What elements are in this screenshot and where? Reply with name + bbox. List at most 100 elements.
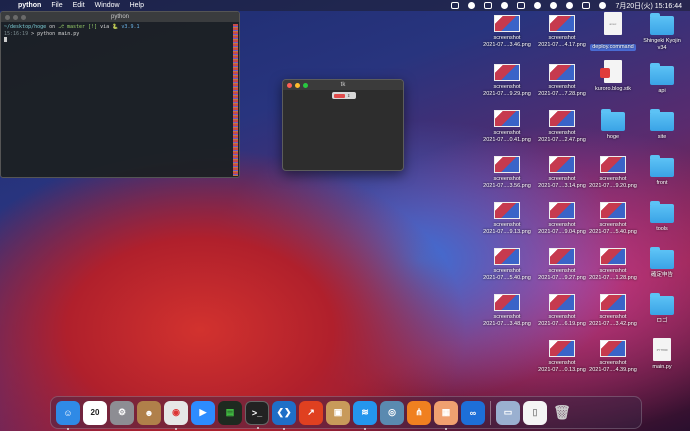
archive-utility-icon[interactable]: ▣	[326, 400, 350, 425]
prompt-time: 15:16:19	[4, 30, 29, 37]
sourcetree-icon[interactable]: ⋔	[407, 400, 431, 425]
desktop-screenshot[interactable]: screenshot 2021-07....9.29.png	[479, 64, 535, 97]
desktop-screenshot[interactable]: screenshot 2021-07....3.42.png	[585, 294, 641, 327]
tk-option-value	[334, 93, 345, 98]
desktop-main-py[interactable]: PYTHON main.py	[634, 338, 690, 371]
desktop-screenshot[interactable]: screenshot 2021-07....9.04.png	[534, 202, 590, 235]
desktop-folder-logo[interactable]: ロゴ	[634, 293, 690, 325]
desktop-kuroro-stk[interactable]: kuroro.blog.stk	[585, 60, 641, 93]
bluetooth-icon[interactable]	[534, 2, 542, 9]
folder-icon	[650, 63, 674, 85]
desktop-screenshot[interactable]: screenshot 2021-07....1.28.png	[585, 248, 641, 281]
menu-window[interactable]: Window	[95, 2, 120, 9]
status-dot-icon[interactable]	[468, 2, 476, 9]
desktop-screenshot[interactable]: screenshot 2021-07....2.47.png	[534, 110, 590, 143]
desktop-screenshot[interactable]: screenshot 2021-07....0.41.png	[479, 110, 535, 143]
image-thumbnail-icon	[549, 156, 575, 173]
prompt-on: on	[49, 24, 56, 30]
finder-icon[interactable]: ☺	[56, 400, 80, 430]
desktop-screenshot[interactable]: screenshot 2021-07....3.56.png	[479, 156, 535, 189]
preview-icon[interactable]: ▭	[496, 400, 520, 425]
prompt-via: via	[100, 24, 110, 30]
desktop-screenshot[interactable]: screenshot 2021-07....4.39.png	[585, 340, 641, 373]
siri-icon[interactable]	[599, 2, 607, 9]
image-thumbnail-icon	[600, 340, 626, 357]
tk-option-menu[interactable]: ⇕	[332, 92, 356, 99]
image-thumbnail-icon	[600, 202, 626, 219]
activity-monitor-icon[interactable]: ▤	[218, 400, 242, 425]
desktop-screenshot[interactable]: screenshot 2021-07....3.48.png	[479, 294, 535, 327]
desktop-folder-hoge[interactable]: hoge	[585, 109, 641, 141]
desktop-folder-api[interactable]: api	[634, 63, 690, 95]
stickies-file-icon	[600, 60, 622, 83]
menu-app-name[interactable]: python	[18, 2, 41, 9]
search-icon[interactable]	[566, 2, 574, 9]
tk-titlebar[interactable]: tk	[283, 80, 403, 90]
search-app-icon[interactable]: ◎	[380, 400, 404, 425]
desktop-screenshot[interactable]: screenshot 2021-07....7.28.png	[534, 64, 590, 97]
folder-icon	[650, 13, 674, 35]
updown-arrow-icon: ⇕	[347, 93, 351, 98]
desktop-screenshot[interactable]: screenshot 2021-07....9.20.png	[585, 156, 641, 189]
branch-icon: ⎇	[58, 24, 64, 30]
prompt-version: v3.9.1	[121, 24, 140, 30]
trash-icon[interactable]: 🗑	[550, 401, 574, 425]
menu-edit[interactable]: Edit	[73, 2, 85, 9]
tk-title: tk	[340, 82, 346, 88]
desktop-screenshot[interactable]: screenshot 2021-07....6.19.png	[534, 294, 590, 327]
desktop-screenshot[interactable]: screenshot 2021-07....4.17.png	[534, 15, 590, 48]
folder-icon	[650, 109, 674, 131]
image-thumbnail-icon	[600, 248, 626, 265]
menu-clock[interactable]: 7月20日(火) 15:16:44	[615, 1, 682, 11]
desktop-folder-tools[interactable]: tools	[634, 201, 690, 233]
dock: ☺ 20 ⚙ ☻ ◉ ▶ ▤ >_ ❮❯ ↗ ▣ ≋ ◎ ⋔ ▦ ∞ ▭ ▯ 🗑	[50, 396, 642, 430]
desktop-screenshot[interactable]: screenshot 2021-07....9.13.png	[479, 202, 535, 235]
control-center-icon[interactable]	[582, 2, 591, 9]
stickies-app-icon[interactable]: ▦	[434, 400, 458, 430]
desktop-screenshot[interactable]: screenshot 2021-07....5.40.png	[585, 202, 641, 235]
menu-file[interactable]: File	[51, 2, 62, 9]
image-thumbnail-icon	[494, 110, 520, 127]
desktop-folder-front[interactable]: front	[634, 155, 690, 187]
app-status-icon[interactable]	[484, 2, 493, 9]
zoom-icon[interactable]: ▶	[191, 400, 215, 425]
terminal-titlebar[interactable]: python	[1, 12, 239, 22]
terminal-content[interactable]: ~/desktop/hoge on ⎇ master [!] via 🐍 v3.…	[1, 22, 239, 46]
desktop-folder-kakutei[interactable]: 確定申告	[634, 247, 690, 279]
contacts-icon[interactable]: ☻	[137, 400, 161, 425]
desktop-deploy-command[interactable]: exec deploy.command	[585, 12, 641, 53]
image-thumbnail-icon	[549, 202, 575, 219]
chart-app-icon[interactable]: ↗	[299, 400, 323, 425]
desktop-screenshot[interactable]: screenshot 2021-07....5.40.png	[479, 248, 535, 281]
image-thumbnail-icon	[549, 64, 575, 81]
desktop-screenshot[interactable]: screenshot 2021-07....0.13.png	[534, 340, 590, 373]
system-preferences-icon[interactable]: ⚙	[110, 400, 134, 425]
desktop-folder-shingeki[interactable]: Shingeki Kyojin v34	[634, 13, 690, 51]
infinity-app-icon[interactable]: ∞	[461, 400, 485, 425]
document-stack-icon[interactable]: ▯	[523, 400, 547, 425]
image-thumbnail-icon	[494, 156, 520, 173]
terminal-icon[interactable]: >_	[245, 400, 269, 429]
calendar-icon[interactable]: 20	[83, 400, 107, 425]
screen-icon[interactable]	[451, 2, 460, 9]
desktop-screenshot[interactable]: screenshot 2021-07....3.46.png	[479, 15, 535, 48]
prompt-command: > python main.py	[31, 30, 80, 37]
image-thumbnail-icon	[549, 248, 575, 265]
python-icon: 🐍	[112, 24, 119, 30]
docker-icon[interactable]: ≋	[353, 400, 377, 430]
desktop-screenshot[interactable]: screenshot 2021-07....3.14.png	[534, 156, 590, 189]
terminal-scrollbar[interactable]	[233, 24, 238, 176]
headphones-icon[interactable]	[517, 2, 526, 9]
vscode-icon[interactable]: ❮❯	[272, 400, 296, 430]
chrome-icon[interactable]: ◉	[164, 400, 188, 430]
menu-help[interactable]: Help	[130, 2, 144, 9]
terminal-window[interactable]: python ~/desktop/hoge on ⎇ master [!] vi…	[0, 11, 240, 178]
wifi-icon[interactable]	[550, 2, 558, 9]
desktop-folder-site[interactable]: site	[634, 109, 690, 141]
tk-window[interactable]: tk ⇕	[282, 79, 404, 171]
folder-icon	[650, 155, 674, 177]
document-icon: exec	[604, 12, 622, 35]
cloud-icon[interactable]	[501, 2, 509, 9]
desktop-screenshot[interactable]: screenshot 2021-07....9.27.png	[534, 248, 590, 281]
image-thumbnail-icon	[549, 110, 575, 127]
